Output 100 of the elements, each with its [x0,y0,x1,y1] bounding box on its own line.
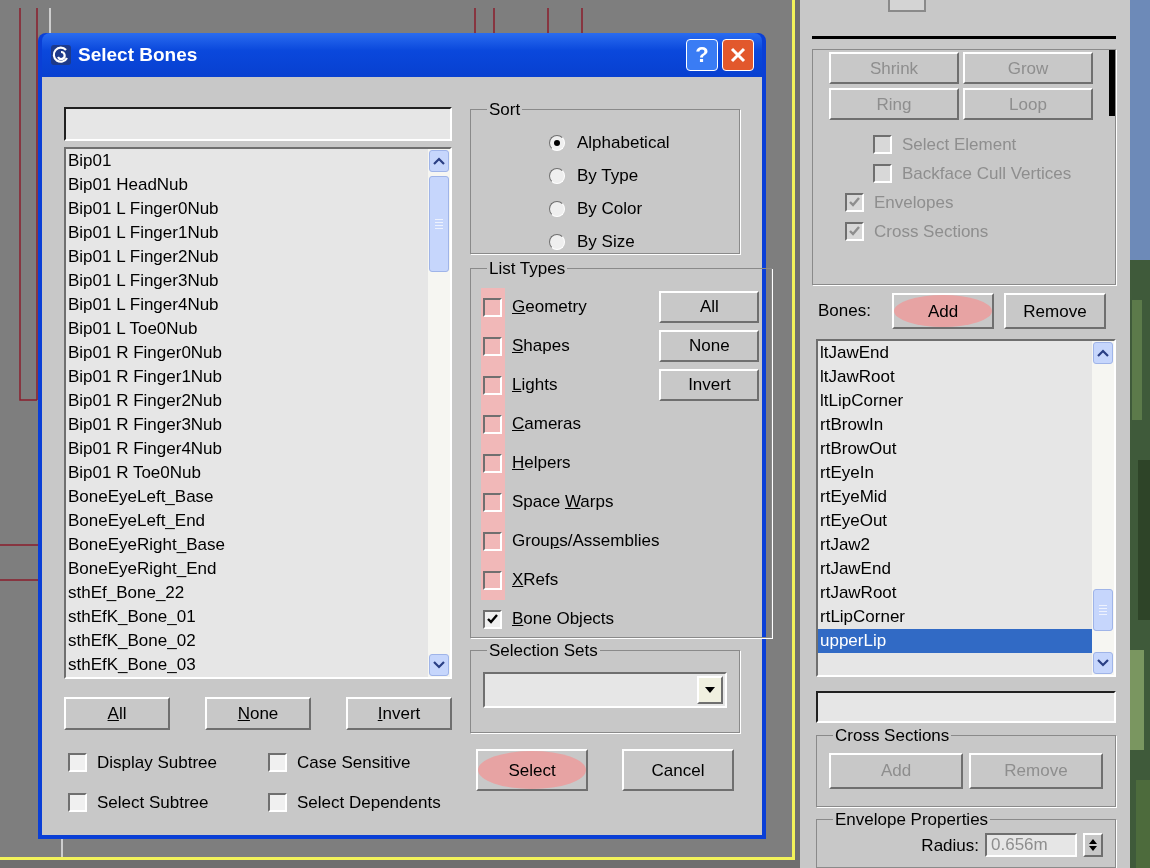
list-item[interactable]: rtJawEnd [818,557,1092,581]
scroll-down-button[interactable] [429,654,449,676]
help-button[interactable]: ? [686,39,718,71]
list-item[interactable]: Bip01 R Finger0Nub [68,341,426,365]
spinner-button[interactable] [1083,833,1103,858]
list-item[interactable]: Bip01 R Toe0Nub [68,461,426,485]
checkbox-label: Groups/Assemblies [512,530,660,553]
list-item[interactable]: BoneEyeRight_End [68,557,426,581]
list-item[interactable]: rtBrowIn [818,413,1092,437]
spinner-icon [1089,838,1097,853]
checkbox-label: Shapes [512,335,570,358]
list-item[interactable]: BoneEyeLeft_Base [68,485,426,509]
checkbox-label: Helpers [512,452,571,475]
list-button[interactable]: All [64,697,170,730]
check-icon [848,225,861,238]
group-title: Cross Sections [834,725,951,747]
radio-label: By Size [577,231,635,254]
list-item[interactable]: Bip01 L Toe0Nub [68,317,426,341]
list-item[interactable]: Bip01 R Finger3Nub [68,413,426,437]
selection-set-dropdown[interactable] [483,671,727,708]
type-button[interactable]: All [659,290,760,323]
checkbox[interactable] [483,492,502,512]
checkbox[interactable] [68,753,87,773]
list-item[interactable]: Bip01 L Finger1Nub [68,221,426,245]
chevron-up-icon [1097,349,1109,357]
checkbox[interactable] [268,753,287,773]
input-field[interactable] [888,0,926,12]
list-item[interactable]: sthEfK_Bone_01 [68,605,426,629]
bone-button[interactable]: Remove [1004,293,1106,329]
scroll-up-button[interactable] [1093,342,1113,364]
group-title: Envelope Properties [834,809,990,831]
list-item[interactable]: rtEyeOut [818,509,1092,533]
check-icon [848,196,861,209]
checkbox[interactable] [483,375,502,395]
checkbox[interactable] [68,792,87,812]
group-title: List Types [488,258,567,280]
bones-label: Bones: [818,300,872,323]
type-button[interactable]: None [659,329,760,362]
dropdown-button[interactable] [697,675,723,704]
checkbox[interactable] [483,609,502,629]
checkbox[interactable] [483,336,502,356]
radio-button[interactable] [549,201,565,217]
dialog-button[interactable]: Select [476,749,588,791]
name-field[interactable] [816,691,1116,723]
checkbox-label: Display Subtree [97,752,217,774]
checkbox[interactable] [268,792,287,812]
bone-button[interactable]: Add [892,293,994,329]
list-item[interactable]: Bip01 R Finger2Nub [68,389,426,413]
checkbox[interactable] [483,531,502,551]
close-button[interactable] [722,39,754,71]
dialog-button[interactable]: Cancel [622,749,734,791]
list-button[interactable]: Invert [346,697,452,730]
list-item[interactable]: Bip01 HeadNub [68,173,426,197]
list-item[interactable]: ltJawEnd [818,341,1092,365]
type-button[interactable]: Invert [659,368,760,401]
scroll-up-button[interactable] [429,150,449,172]
radio-button[interactable] [549,234,565,250]
list-item[interactable]: sthEfK_Bone_02 [68,629,426,653]
radio-button[interactable] [549,168,565,184]
list-item[interactable]: Bip01 L Finger3Nub [68,269,426,293]
checkbox-label: Geometry [512,296,587,319]
checkbox-label: Cross Sections [874,220,989,243]
filter-field[interactable] [64,107,452,141]
list-item[interactable]: Bip01 L Finger2Nub [68,245,426,269]
checkbox[interactable] [483,414,502,434]
scroll-thumb[interactable] [1093,589,1113,631]
scroll-thumb[interactable] [429,176,449,272]
group-title: Selection Sets [488,640,599,662]
list-item[interactable]: rtEyeMid [818,485,1092,509]
list-item[interactable]: rtJawRoot [818,581,1092,605]
chevron-down-icon [1097,659,1109,667]
list-item[interactable]: BoneEyeRight_Base [68,533,426,557]
close-icon [730,47,746,63]
list-item[interactable]: Bip01 [68,149,426,173]
list-item[interactable]: rtBrowOut [818,437,1092,461]
list-item[interactable]: Bip01 L Finger4Nub [68,293,426,317]
list-item[interactable]: BoneEyeLeft_End [68,509,426,533]
list-item[interactable]: sthEfK_Bone_03 [68,653,426,677]
window-title: Select Bones [78,42,198,67]
list-item[interactable]: ltJawRoot [818,365,1092,389]
list-item[interactable]: Bip01 R Finger4Nub [68,437,426,461]
chevron-down-icon [433,661,445,669]
radio-button[interactable] [549,135,565,151]
check-icon [486,612,499,626]
list-item[interactable]: rtLipCorner [818,605,1092,629]
rollout-scrollbar [1109,50,1115,116]
list-item[interactable]: Bip01 L Finger0Nub [68,197,426,221]
list-item[interactable]: upperLip [818,629,1092,653]
checkbox[interactable] [483,297,502,317]
app-icon [50,44,72,66]
checkbox[interactable] [483,453,502,473]
checkbox-label: XRefs [512,569,559,592]
list-item[interactable]: Bip01 R Finger1Nub [68,365,426,389]
list-button[interactable]: None [205,697,311,730]
list-item[interactable]: rtEyeIn [818,461,1092,485]
list-item[interactable]: rtJaw2 [818,533,1092,557]
list-item[interactable]: sthEf_Bone_22 [68,581,426,605]
list-item[interactable]: ltLipCorner [818,389,1092,413]
checkbox[interactable] [483,570,502,590]
scroll-down-button[interactable] [1093,652,1113,674]
